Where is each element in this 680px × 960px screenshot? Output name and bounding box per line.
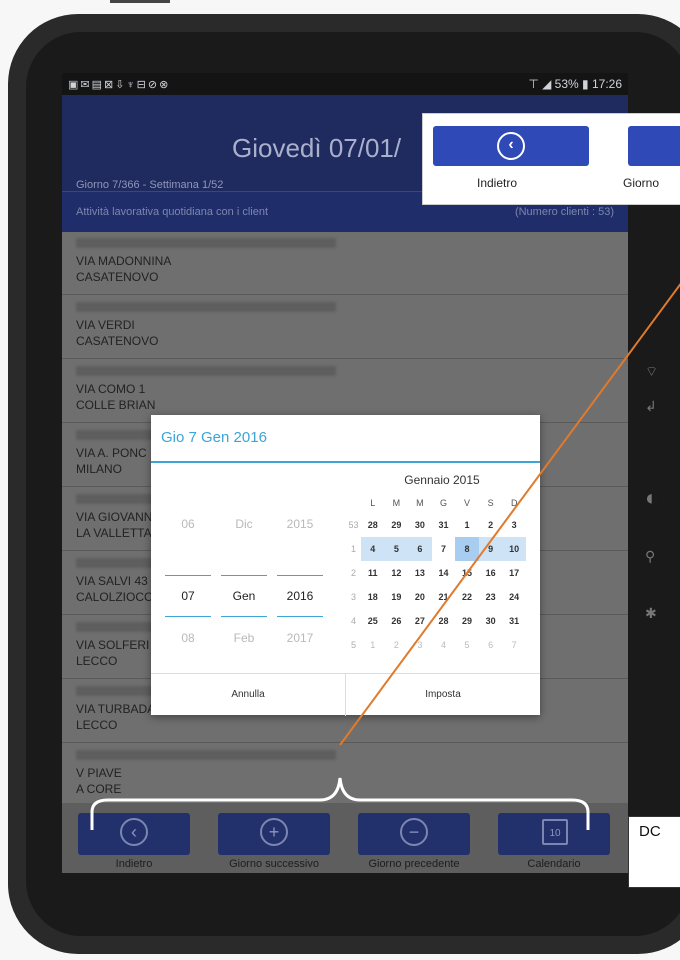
annotation-arrow-line bbox=[339, 283, 680, 746]
doc-label: DC bbox=[639, 823, 661, 840]
callout-next-button bbox=[628, 126, 680, 166]
callout-back-button: ‹ bbox=[433, 126, 589, 166]
zoom-callout: ‹ Indietro Giorno bbox=[422, 113, 680, 205]
doc-callout: DC bbox=[628, 816, 680, 888]
callout-next-label: Giorno bbox=[623, 176, 660, 190]
annotation-brace bbox=[90, 777, 590, 830]
callout-back-label: Indietro bbox=[477, 176, 518, 190]
chevron-left-icon: ‹ bbox=[497, 132, 525, 160]
